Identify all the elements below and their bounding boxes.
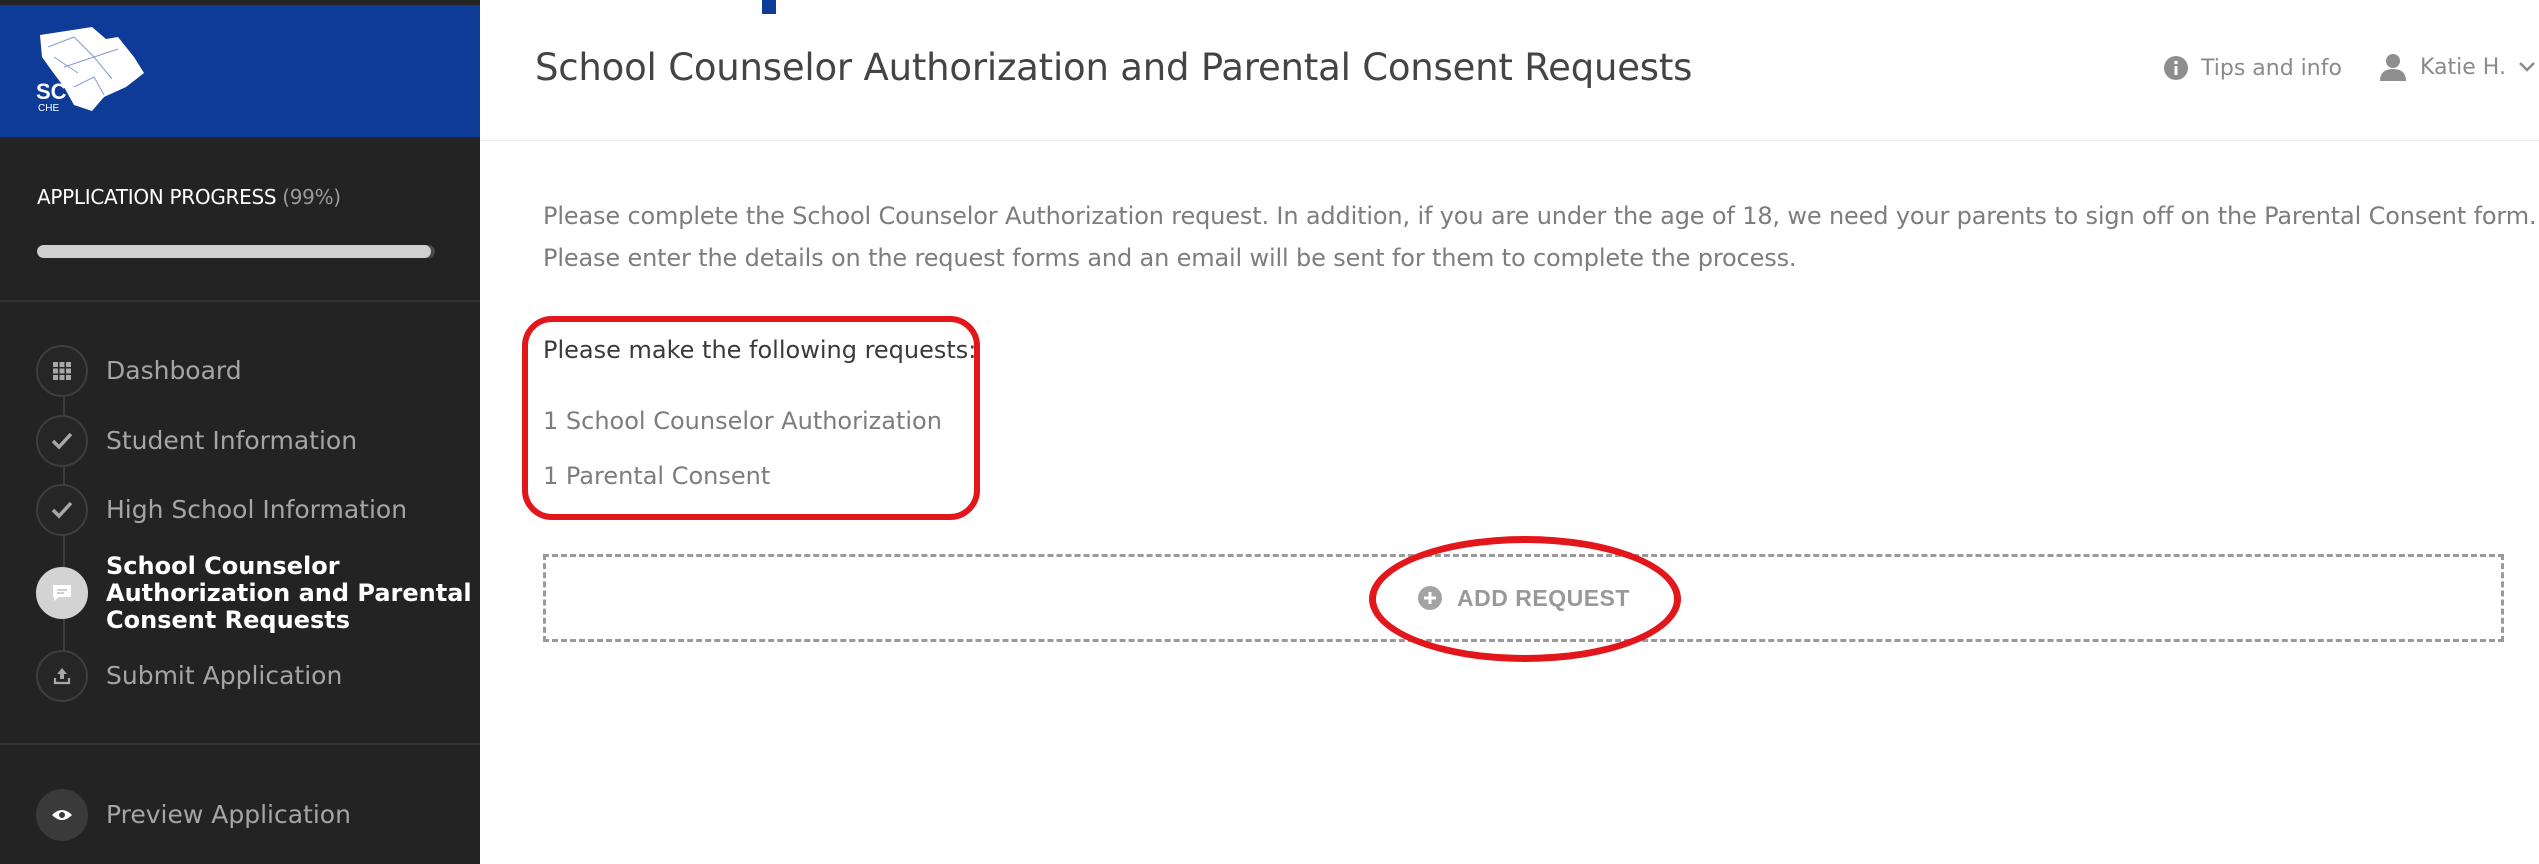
page-header: School Counselor Authorization and Paren… — [480, 0, 2539, 141]
user-icon — [2380, 54, 2406, 81]
logo-text: SC — [36, 79, 67, 104]
progress-percent: (99%) — [282, 185, 341, 209]
info-icon — [2164, 56, 2188, 80]
page-title: School Counselor Authorization and Paren… — [535, 46, 1693, 89]
eye-icon — [36, 789, 88, 841]
check-icon — [36, 484, 88, 536]
sidebar-item-label-line: School Counselor — [106, 552, 340, 580]
sidebar-item-label: Preview Application — [106, 800, 351, 829]
user-name: Katie H. — [2420, 54, 2506, 80]
logo[interactable]: SC CHE — [0, 5, 480, 137]
add-request-button[interactable]: ADD REQUEST — [543, 554, 2504, 642]
upload-icon — [36, 650, 88, 702]
plus-circle-icon — [1418, 586, 1443, 610]
progress-label: APPLICATION PROGRESS — [37, 185, 277, 209]
logo-state-icon: SC CHE — [36, 27, 144, 113]
intro-line: Please complete the School Counselor Aut… — [543, 202, 2537, 230]
sidebar-item-submit-application[interactable]: Submit Application — [36, 650, 476, 702]
sidebar-item-label-line: Authorization and Parental — [106, 578, 472, 607]
sidebar-item-student-information[interactable]: Student Information — [36, 415, 476, 467]
sidebar-item-label: Student Information — [106, 426, 358, 455]
request-item: 1 Parental Consent — [543, 462, 771, 490]
sidebar-item-label: Submit Application — [106, 661, 343, 690]
sidebar-item-high-school-information[interactable]: High School Information — [36, 484, 476, 536]
sidebar-item-label: High School Information — [106, 495, 408, 524]
progress-bar — [37, 245, 435, 258]
user-menu[interactable]: Katie H. — [2378, 52, 2536, 82]
sidebar-item-dashboard[interactable]: Dashboard — [36, 345, 476, 397]
logo-subtext: CHE — [38, 103, 59, 113]
intro-text: Please complete the School Counselor Aut… — [543, 195, 2537, 279]
sidebar-item-label: Dashboard — [106, 356, 242, 385]
tips-and-info-link[interactable]: Tips and info — [2163, 55, 2342, 81]
sidebar-item-label-line: Consent Requests — [106, 605, 351, 634]
chevron-down-icon — [2519, 62, 2535, 72]
requests-heading: Please make the following requests: — [543, 336, 977, 364]
sidebar-item-counselor-consent-requests[interactable]: School Counselor Authorization and Paren… — [36, 553, 476, 634]
request-item: 1 School Counselor Authorization — [543, 407, 942, 435]
tips-label: Tips and info — [2201, 55, 2342, 81]
application-progress: APPLICATION PROGRESS (99%) — [37, 185, 437, 258]
check-icon — [36, 415, 88, 467]
sidebar-divider — [0, 300, 480, 302]
intro-line: Please enter the details on the request … — [543, 244, 1797, 272]
progress-bar-fill — [37, 245, 432, 258]
grid-icon — [36, 345, 88, 397]
add-request-label: ADD REQUEST — [1457, 584, 1630, 611]
sidebar-item-label: School Counselor Authorization and Paren… — [106, 553, 472, 634]
title-accent-mark — [762, 0, 776, 14]
comment-icon — [36, 567, 88, 620]
sidebar: SC CHE APPLICATION PROGRESS (99%) Dashboa… — [0, 0, 480, 864]
sidebar-item-preview-application[interactable]: Preview Application — [36, 789, 476, 841]
sidebar-divider — [0, 743, 480, 745]
